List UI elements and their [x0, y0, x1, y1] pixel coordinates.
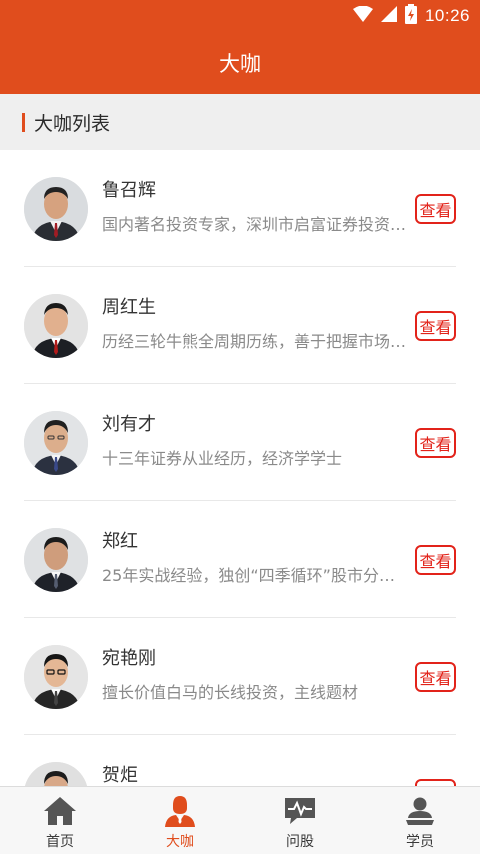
avatar [24, 528, 88, 592]
view-button[interactable]: 查看 [415, 311, 456, 341]
expert-name: 鲁召辉 [102, 180, 156, 201]
expert-description: 历经三轮牛熊全周期历练，善于把握市场节奏 [102, 332, 410, 351]
avatar [24, 645, 88, 709]
tab-experts[interactable]: 大咖 [120, 787, 240, 854]
expert-name: 刘有才 [102, 414, 156, 435]
status-bar: 10:26 [0, 0, 480, 32]
page-title: 大咖 [219, 52, 261, 76]
list-item[interactable]: 周红生 历经三轮牛熊全周期历练，善于把握市场节奏 查看 [0, 267, 480, 384]
expert-description: 十三年证券从业经历，经济学学士 [102, 449, 343, 468]
expert-name: 贺炬 [102, 765, 138, 786]
expert-name: 宛艳刚 [102, 648, 156, 669]
view-button[interactable]: 查看 [415, 194, 456, 224]
bottom-tab-bar: 首页 大咖 问股 学员 [0, 786, 480, 854]
list-item[interactable]: 刘有才 十三年证券从业经历，经济学学士 查看 [0, 384, 480, 501]
student-icon [402, 795, 438, 827]
expert-name: 郑红 [102, 531, 138, 552]
avatar [24, 177, 88, 241]
avatar [24, 762, 88, 786]
tab-label: 大咖 [166, 834, 194, 850]
section-title: 大咖列表 [34, 112, 111, 135]
person-icon [162, 795, 198, 827]
expert-name: 周红生 [102, 297, 156, 318]
status-time: 10:26 [424, 6, 470, 25]
tab-ask-stock[interactable]: 问股 [240, 787, 360, 854]
tab-label: 学员 [406, 834, 434, 850]
expert-description: 国内著名投资专家，深圳市启富证券投资顾问有限公司 [102, 215, 410, 234]
section-header: 大咖列表 [0, 94, 480, 150]
view-button[interactable]: 查看 [415, 779, 456, 786]
list-item[interactable]: 鲁召辉 国内著名投资专家，深圳市启富证券投资顾问有限公司 查看 [0, 150, 480, 267]
expert-description: 擅长价值白马的长线投资，主线题材 [102, 683, 359, 702]
wifi-icon [352, 5, 373, 26]
battery-icon [404, 4, 417, 28]
chart-bubble-icon [282, 795, 318, 827]
avatar [24, 411, 88, 475]
tab-label: 问股 [286, 834, 314, 850]
signal-icon [380, 6, 397, 26]
section-accent-bar [22, 112, 25, 132]
view-button[interactable]: 查看 [415, 545, 456, 575]
avatar [24, 294, 88, 358]
list-item[interactable]: 贺炬 查看 [0, 735, 480, 786]
tab-home[interactable]: 首页 [0, 787, 120, 854]
home-icon [42, 795, 78, 827]
list-item[interactable]: 郑红 25年实战经验，独创“四季循环”股市分析体系 查看 [0, 501, 480, 618]
view-button[interactable]: 查看 [415, 662, 456, 692]
expert-description: 25年实战经验，独创“四季循环”股市分析体系 [102, 566, 410, 585]
app-bar: 大咖 [0, 32, 480, 94]
tab-label: 首页 [46, 834, 74, 850]
list-item[interactable]: 宛艳刚 擅长价值白马的长线投资，主线题材 查看 [0, 618, 480, 735]
view-button[interactable]: 查看 [415, 428, 456, 458]
expert-list[interactable]: 鲁召辉 国内著名投资专家，深圳市启富证券投资顾问有限公司 查看 周红生 历经三轮… [0, 150, 480, 786]
tab-students[interactable]: 学员 [360, 787, 480, 854]
status-icons: 10:26 [352, 4, 470, 28]
